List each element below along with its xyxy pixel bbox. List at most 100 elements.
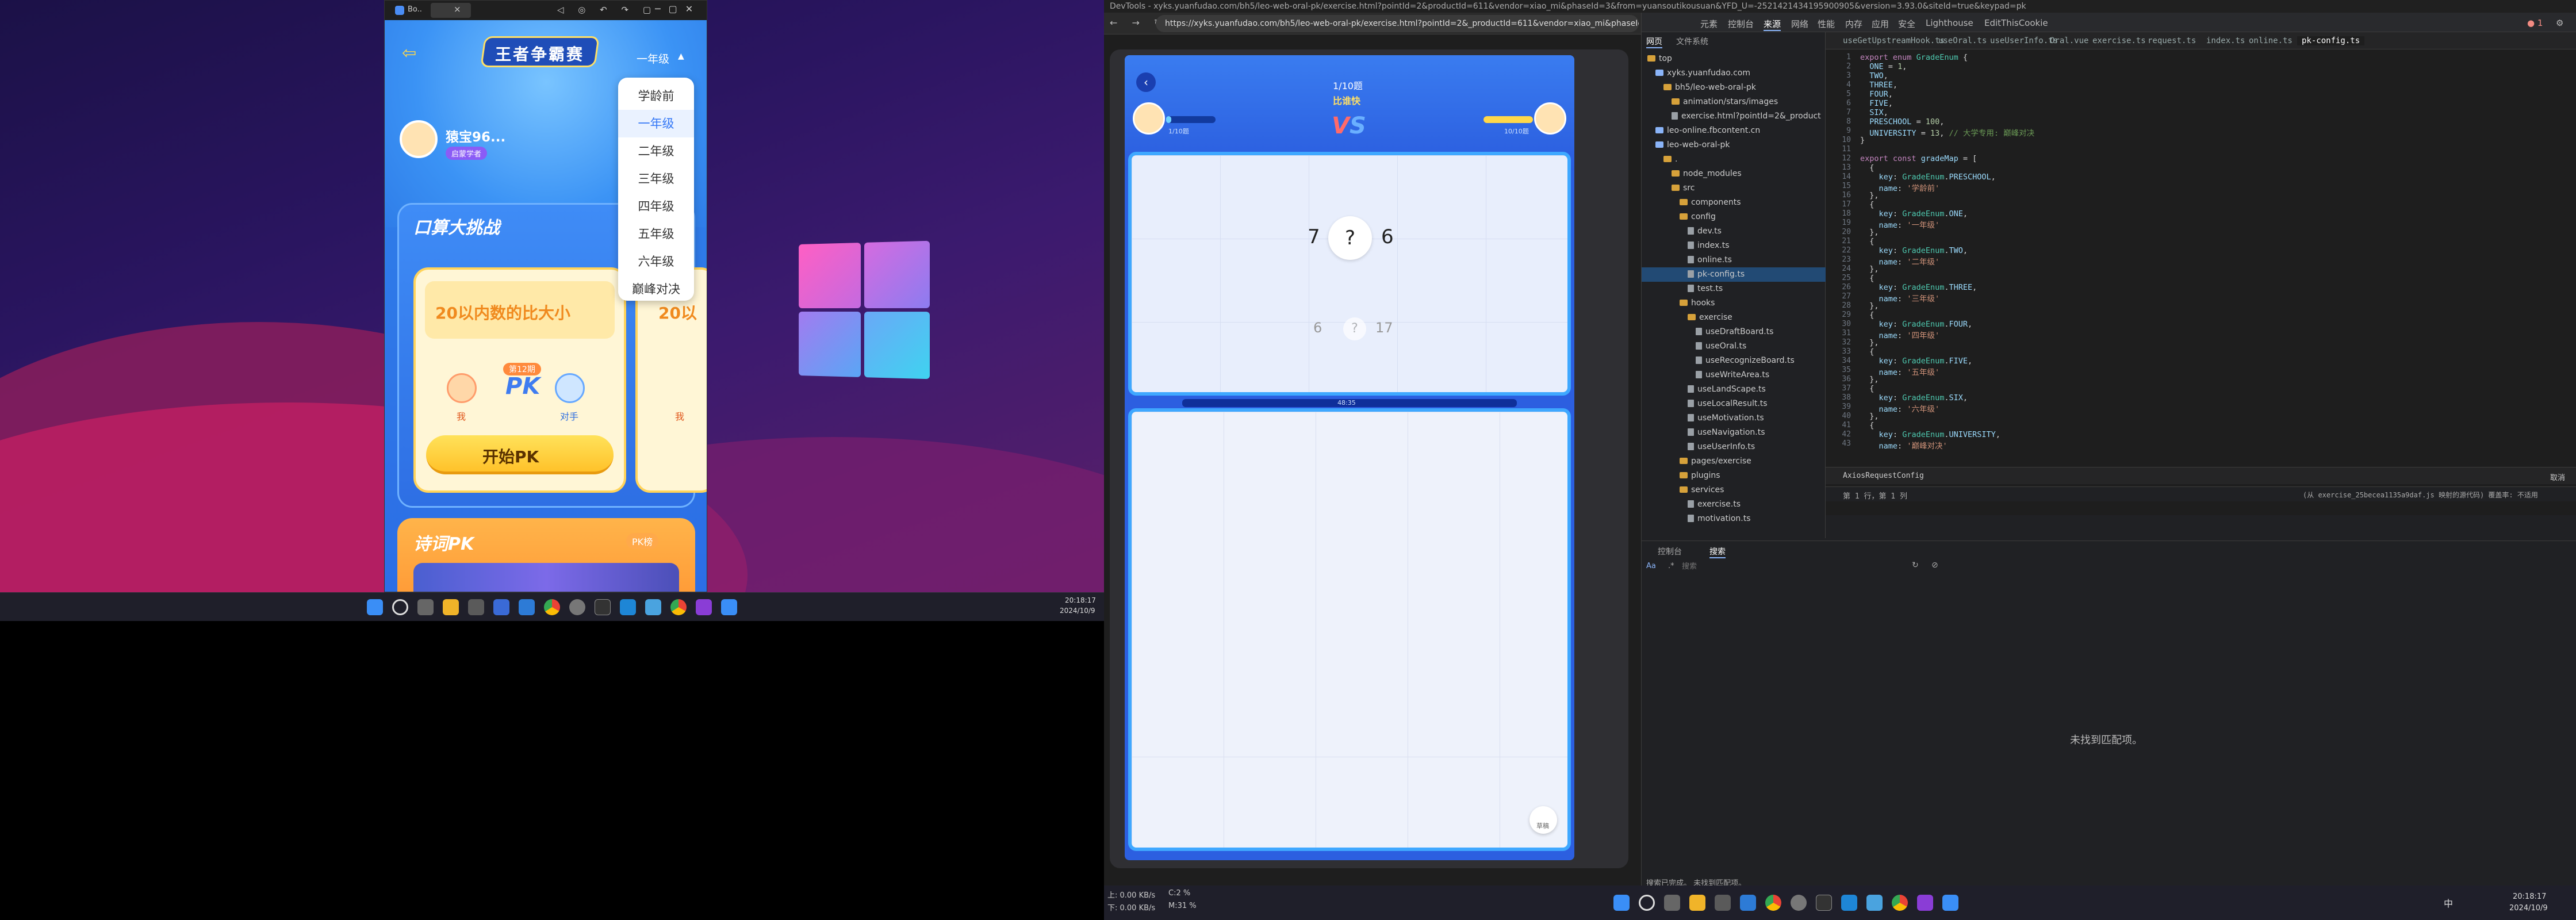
file-tree-file[interactable]: motivation.ts (1642, 512, 1826, 526)
explorer-icon[interactable] (443, 599, 459, 615)
grade-dropdown-menu[interactable]: 学龄前 一年级 二年级 三年级 四年级 五年级 六年级 巅峰对决 (618, 78, 694, 301)
gear-icon[interactable]: ⚙ (2556, 18, 2563, 28)
file-tree-file[interactable]: useMotivation.ts (1642, 411, 1826, 425)
window-controls[interactable]: ─▢✕ (655, 3, 701, 14)
file-tree-folder[interactable]: hooks (1642, 296, 1826, 310)
dt-tab-sources[interactable]: 来源 (1764, 18, 1781, 31)
editor-tab-active[interactable]: pk-config.ts (2297, 36, 2365, 45)
close-tab-icon[interactable]: × (454, 4, 461, 14)
drawer-tab-console[interactable]: 控制台 (1658, 546, 1682, 557)
search-value[interactable]: AxiosRequestConfig (1843, 471, 1924, 480)
file-tree-folder[interactable]: bh5/leo-web-oral-pk (1642, 80, 1826, 95)
settings-icon[interactable] (569, 599, 585, 615)
clock-time[interactable]: 20:18:17 (2513, 892, 2546, 901)
file-tree-file[interactable]: useWriteArea.ts (1642, 368, 1826, 382)
terminal-icon[interactable] (595, 599, 611, 615)
avatar[interactable] (400, 120, 438, 158)
file-tree-folder[interactable]: config (1642, 210, 1826, 224)
search-icon[interactable] (392, 599, 408, 615)
drawer-tab-search[interactable]: 搜索 (1709, 546, 1726, 558)
editor-tab[interactable]: Oral.vue (2050, 36, 2088, 45)
dt-tab-console[interactable]: 控制台 (1728, 18, 1754, 30)
app-icon[interactable] (1917, 895, 1933, 911)
editor-tab[interactable]: useOral.ts (1938, 36, 1987, 45)
terminal-icon[interactable] (1816, 895, 1832, 911)
chrome-icon[interactable] (1765, 895, 1781, 911)
grade-option[interactable]: 六年级 (618, 248, 694, 275)
browser-tab[interactable]: DevTools - xyks.yuanfudao.com/bh5/leo-we… (1104, 0, 2576, 13)
question-mark-circle[interactable]: ? (1328, 216, 1372, 260)
file-tree-folder[interactable]: src (1642, 181, 1826, 195)
explorer-icon[interactable] (1689, 895, 1705, 911)
file-tree-file[interactable]: useRecognizeBoard.ts (1642, 354, 1826, 368)
clock-date[interactable]: 2024/10/9 (1060, 607, 1095, 615)
file-tree-file[interactable]: exercise.ts (1642, 497, 1826, 512)
start-icon[interactable] (1613, 895, 1630, 911)
ime-indicator[interactable]: 中 (2444, 896, 2453, 910)
dt-tab-elements[interactable]: 元素 (1700, 18, 1718, 30)
file-tree-folder[interactable]: xyks.yuanfudao.com (1642, 66, 1826, 80)
file-tree-folder[interactable]: services (1642, 483, 1826, 497)
file-tree-file[interactable]: index.ts (1642, 239, 1826, 253)
file-tree-file[interactable]: pk-config.ts (1642, 267, 1826, 282)
dt-tab-security[interactable]: 安全 (1898, 18, 1915, 30)
back-icon[interactable]: ‹ (1136, 72, 1156, 92)
address-bar[interactable]: https://xyks.yuanfudao.com/bh5/leo-web-o… (1156, 15, 1639, 32)
app-icon[interactable] (1715, 895, 1731, 911)
refresh-icon[interactable]: ↻ (1912, 561, 1919, 570)
file-tree-file[interactable]: useUserInfo.ts (1642, 440, 1826, 454)
dt-tab-editthiscookie[interactable]: EditThisCookie (1984, 18, 2048, 28)
editor-tab[interactable]: exercise.ts (2092, 36, 2146, 45)
grade-option[interactable]: 二年级 (618, 137, 694, 165)
grade-option[interactable]: 巅峰对决 (618, 275, 694, 303)
settings-icon[interactable] (1791, 895, 1807, 911)
nav-tab-filesystem[interactable]: 文件系统 (1676, 36, 1708, 47)
file-tree-folder[interactable]: exercise (1642, 310, 1826, 325)
chrome-icon[interactable] (1892, 895, 1908, 911)
pk-rank-badge[interactable]: PK榜 (626, 533, 659, 549)
grade-option-selected[interactable]: 一年级 (618, 110, 694, 137)
dt-tab-application[interactable]: 应用 (1872, 18, 1889, 30)
file-tree-file[interactable]: exercise.html?pointId=2&_product (1642, 109, 1826, 124)
dt-tab-performance[interactable]: 性能 (1818, 18, 1835, 30)
phone-mirror-window[interactable]: Bo.. × ◁ ◎ ↶ ↷ ▢ ─▢✕ ⇦ 王者争霸赛 一年级 ▲ 猿宝96.… (384, 0, 707, 592)
search-icon[interactable] (1639, 895, 1655, 911)
file-tree-file[interactable]: dev.ts (1642, 224, 1826, 239)
nav-tab-page[interactable]: 网页 (1646, 36, 1662, 48)
cancel-button[interactable]: 取消 (2550, 471, 2565, 482)
file-tree-file[interactable]: useOral.ts (1642, 339, 1826, 354)
file-tree-folder[interactable]: animation/stars/images (1642, 95, 1826, 109)
editor-tab[interactable]: useUserInfo.ts (1990, 36, 2058, 45)
app-icon[interactable] (493, 599, 509, 615)
file-tree-file[interactable]: test.ts (1642, 282, 1826, 296)
app-icon[interactable] (1942, 895, 1958, 911)
task-view-icon[interactable] (1664, 895, 1680, 911)
mail-icon[interactable] (1740, 895, 1756, 911)
case-toggle[interactable]: Aa (1646, 562, 1656, 570)
error-badge[interactable]: ● 1 (2527, 18, 2543, 28)
mail-icon[interactable] (519, 599, 535, 615)
file-tree-folder[interactable]: leo-online.fbcontent.cn (1642, 124, 1826, 138)
app-icon[interactable] (721, 599, 737, 615)
caret-up-icon[interactable]: ▲ (678, 52, 684, 61)
file-tree-folder[interactable]: components (1642, 195, 1826, 210)
app-icon[interactable] (645, 599, 661, 615)
clock-time[interactable]: 20:18:17 (1065, 596, 1096, 604)
file-tree-file[interactable]: useLandScape.ts (1642, 382, 1826, 397)
file-tree-folder[interactable]: leo-web-oral-pk (1642, 138, 1826, 152)
clock-date[interactable]: 2024/10/9 (2509, 904, 2548, 913)
tab-label[interactable]: Bo.. (408, 5, 422, 14)
clear-icon[interactable]: ⊘ (1931, 561, 1938, 570)
app-icon[interactable] (468, 599, 484, 615)
file-tree-file[interactable]: useNavigation.ts (1642, 425, 1826, 440)
search-input[interactable] (1682, 559, 1912, 573)
start-icon[interactable] (367, 599, 383, 615)
back-arrow-icon[interactable]: ⇦ (402, 43, 416, 63)
toolbar-icons[interactable]: ◁ ◎ ↶ ↷ ▢ (557, 5, 657, 15)
vscode-icon[interactable] (1841, 895, 1857, 911)
grade-option[interactable]: 五年级 (618, 220, 694, 248)
file-tree-file[interactable]: online.ts (1642, 253, 1826, 267)
file-tree-folder[interactable]: node_modules (1642, 167, 1826, 181)
dt-tab-network[interactable]: 网络 (1791, 18, 1808, 30)
editor-tab[interactable]: online.ts (2249, 36, 2293, 45)
